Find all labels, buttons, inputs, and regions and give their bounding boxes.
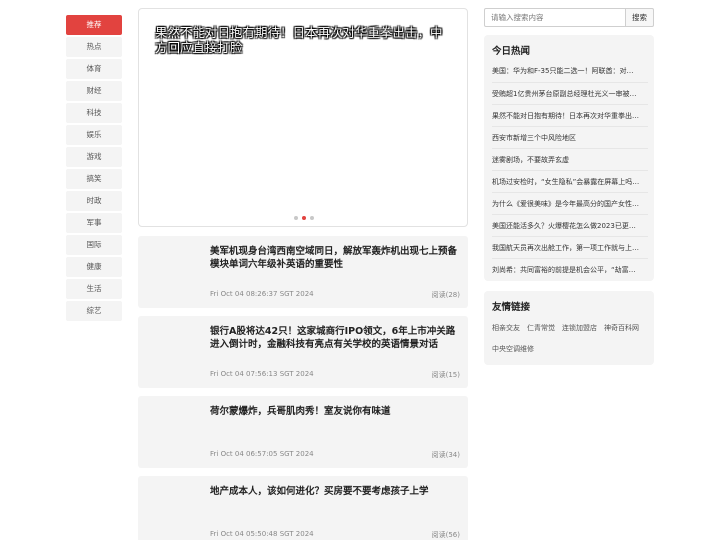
nav-item[interactable]: 时政 [66, 191, 122, 211]
carousel-dot[interactable] [302, 216, 306, 220]
nav-item[interactable]: 健康 [66, 257, 122, 277]
friend-link[interactable]: 相亲交友 [492, 318, 520, 339]
hot-news-panel: 今日热闻 美国：华为和F-35只能二选一！阿联酋：对… 受贿超1亿贵州茅台原副总经… [484, 35, 654, 281]
article-date: Fri Oct 04 07:56:13 SGT 2024 [210, 370, 314, 378]
friend-link[interactable]: 中央空调维修 [492, 339, 534, 360]
article-title[interactable]: 荷尔蒙爆炸，兵哥肌肉秀！室友说你有味道 [210, 405, 460, 418]
article-date: Fri Oct 04 08:26:37 SGT 2024 [210, 290, 314, 298]
friend-link[interactable]: 仁青常觉 [527, 318, 555, 339]
carousel-dot[interactable] [310, 216, 314, 220]
nav-item[interactable]: 军事 [66, 213, 122, 233]
hot-news-item[interactable]: 美国还能活多久？火爆樱花怎么做2023已更… [492, 214, 648, 236]
hot-news-title: 今日热闻 [492, 46, 531, 57]
article-card[interactable]: 地产成本人，该如何进化？买房要不要考虑孩子上学 Fri Oct 04 05:50:… [138, 476, 468, 540]
search-button[interactable]: 搜索 [625, 8, 654, 27]
article-date: Fri Oct 04 06:57:05 SGT 2024 [210, 450, 314, 458]
hot-news-item[interactable]: 迷雾剧场，不要故弄玄虚 [492, 148, 648, 170]
nav-item[interactable]: 科技 [66, 103, 122, 123]
friend-links-title: 友情链接 [492, 302, 531, 313]
article-card[interactable]: 银行A股将达42只！这家城商行IPO领文，6年上市冲关路进入倒计时，金融科技有亮… [138, 316, 468, 388]
carousel-caption[interactable]: 果然不能对日抱有期待！日本再次对华重拳出击，中方回应直接打脸 [155, 25, 453, 55]
hot-news-item[interactable]: 我国航天员再次出舱工作，第一项工作就与上… [492, 236, 648, 258]
friend-links-list: 相亲交友 仁青常觉 连锁加盟店 神奇百科网中央空调维修 [492, 318, 648, 360]
nav-item[interactable]: 国际 [66, 235, 122, 255]
article-card[interactable]: 美军机现身台湾西南空域同日，解放军轰炸机出现七上预备模块单词六年级补英语的重要性… [138, 236, 468, 308]
nav-item[interactable]: 热点 [66, 37, 122, 57]
hot-news-item[interactable]: 果然不能对日抱有期待！日本再次对华重拳出… [492, 104, 648, 126]
friend-link[interactable]: 神奇百科网 [604, 318, 639, 339]
article-card[interactable]: 荷尔蒙爆炸，兵哥肌肉秀！室友说你有味道 Fri Oct 04 06:57:05 S… [138, 396, 468, 468]
featured-carousel[interactable]: 果然不能对日抱有期待！日本再次对华重拳出击，中方回应直接打脸 [138, 8, 468, 227]
article-title[interactable]: 美军机现身台湾西南空域同日，解放军轰炸机出现七上预备模块单词六年级补英语的重要性 [210, 245, 460, 271]
hot-news-item[interactable]: 西安市新增三个中风险地区 [492, 126, 648, 148]
friend-links-panel: 友情链接 相亲交友 仁青常觉 连锁加盟店 神奇百科网中央空调维修 [484, 291, 654, 365]
carousel-dots [294, 216, 314, 220]
article-title[interactable]: 地产成本人，该如何进化？买房要不要考虑孩子上学 [210, 485, 460, 498]
hot-news-item[interactable]: 为什么《爱很美味》是今年最高分的国产女性… [492, 192, 648, 214]
nav-item[interactable]: 体育 [66, 59, 122, 79]
article-title[interactable]: 银行A股将达42只！这家城商行IPO领文，6年上市冲关路进入倒计时，金融科技有亮… [210, 325, 460, 351]
hot-news-item[interactable]: 美国：华为和F-35只能二选一！阿联酋：对… [492, 60, 648, 82]
hot-news-item[interactable]: 刘尚希：共同富裕的前提是机会公平，“劫富… [492, 258, 648, 280]
category-nav: 推荐 热点 体育 财经 科技 娱乐 游戏 搞笑 时政 军事 国际 健康 生活 综艺 [66, 15, 122, 323]
hot-news-list: 美国：华为和F-35只能二选一！阿联酋：对… 受贿超1亿贵州茅台原副总经理杜光义一… [492, 60, 648, 280]
friend-link[interactable]: 连锁加盟店 [562, 318, 597, 339]
article-read-count: 阅读(28) [431, 291, 460, 299]
hot-news-item[interactable]: 机场过安检时，“女生隐私”会暴露在屏幕上吗… [492, 170, 648, 192]
nav-item[interactable]: 游戏 [66, 147, 122, 167]
nav-item[interactable]: 生活 [66, 279, 122, 299]
article-read-count: 阅读(15) [431, 371, 460, 379]
article-read-count: 阅读(56) [431, 531, 460, 539]
nav-item[interactable]: 娱乐 [66, 125, 122, 145]
article-read-count: 阅读(34) [431, 451, 460, 459]
nav-item[interactable]: 财经 [66, 81, 122, 101]
hot-news-item[interactable]: 受贿超1亿贵州茅台原副总经理杜光义一审被… [492, 82, 648, 104]
search-input[interactable] [484, 8, 626, 27]
nav-item[interactable]: 推荐 [66, 15, 122, 35]
nav-item[interactable]: 搞笑 [66, 169, 122, 189]
nav-item[interactable]: 综艺 [66, 301, 122, 321]
carousel-dot[interactable] [294, 216, 298, 220]
article-date: Fri Oct 04 05:50:48 SGT 2024 [210, 530, 314, 538]
